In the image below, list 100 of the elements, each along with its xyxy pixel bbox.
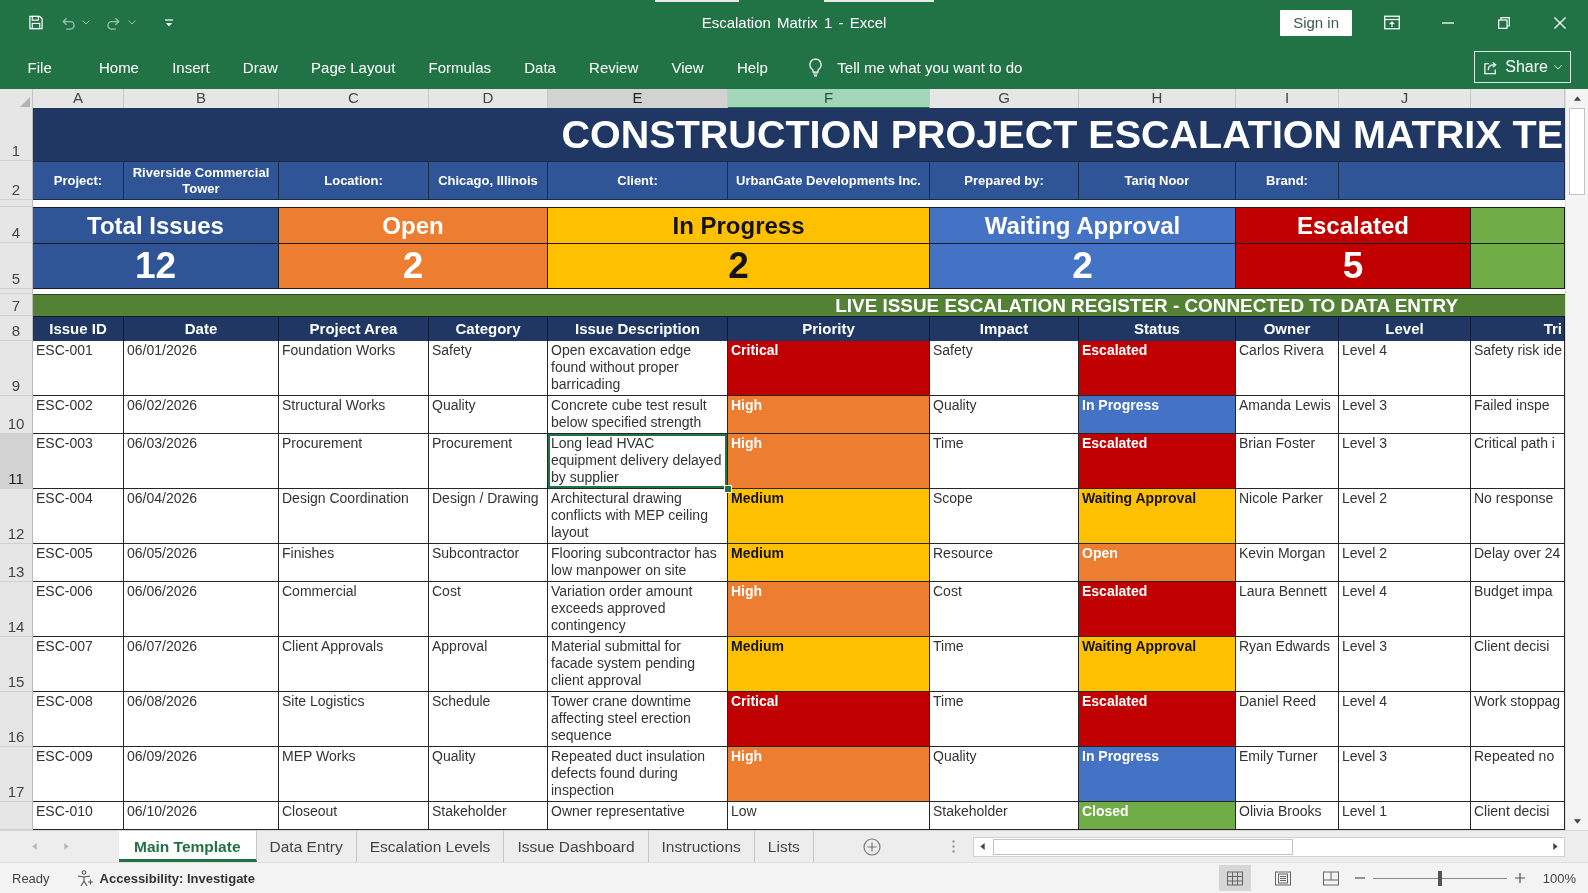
row-header[interactable]: 5 — [0, 243, 33, 289]
table-cell: Nicole Parker — [1236, 489, 1339, 544]
select-all-button[interactable] — [0, 89, 33, 109]
status-cell: In Progress — [1079, 747, 1236, 802]
row-header[interactable]: 2 — [0, 161, 33, 200]
vertical-dots-icon[interactable] — [951, 840, 955, 853]
redo-icon — [106, 15, 122, 30]
ribbon-tab[interactable]: Draw — [226, 52, 295, 82]
column-header[interactable]: H — [1079, 89, 1236, 109]
row-header[interactable]: 4 — [0, 207, 33, 243]
table-cell: Resource — [930, 544, 1079, 582]
ribbon-tab[interactable]: Help — [720, 52, 785, 82]
table-cell: Schedule — [429, 692, 548, 747]
normal-view-button[interactable] — [1218, 865, 1251, 891]
summary-label: Escalated — [1296, 211, 1410, 240]
table-cell: Quality — [930, 747, 1079, 802]
table-cell: Design / Drawing — [429, 489, 548, 544]
ribbon-tab[interactable]: File — [11, 52, 69, 82]
ribbon-tab[interactable]: Data — [507, 52, 573, 82]
table-cell: Procurement — [279, 434, 429, 489]
new-sheet-button[interactable] — [862, 837, 881, 856]
row-header[interactable]: 1 — [0, 108, 33, 161]
zoom-slider-thumb[interactable] — [1437, 870, 1442, 886]
priority-cell: Medium — [728, 637, 930, 692]
column-header[interactable]: G — [930, 89, 1079, 109]
row-header[interactable]: 11 — [0, 434, 33, 489]
sign-in-button[interactable]: Sign in — [1280, 9, 1352, 36]
table-cell: ESC-010 — [33, 802, 124, 830]
column-header[interactable]: D — [429, 89, 548, 109]
table-cell: 06/10/2026 — [124, 802, 279, 830]
row-header[interactable]: 10 — [0, 396, 33, 434]
scrollbar-thumb[interactable] — [992, 838, 1293, 855]
table-cell: Time — [930, 637, 1079, 692]
vertical-scrollbar[interactable] — [1565, 89, 1588, 830]
row-header[interactable]: 7 — [0, 294, 33, 316]
table-cell: Stakeholder — [429, 802, 548, 830]
horizontal-scrollbar[interactable] — [972, 836, 1565, 857]
row-header[interactable]: 14 — [0, 582, 33, 637]
project-info-cell: Brand: — [1236, 161, 1339, 200]
table-cell: Stakeholder — [930, 802, 1079, 830]
ribbon-tab[interactable]: Formulas — [411, 52, 508, 82]
table-cell: Client decisi — [1471, 802, 1565, 830]
column-header[interactable]: C — [279, 89, 429, 109]
project-info-cell: UrbanGate Developments Inc. — [728, 161, 930, 200]
table-cell: 06/05/2026 — [124, 544, 279, 582]
table-cell: Kevin Morgan — [1236, 544, 1339, 582]
column-heading: Tri — [1471, 316, 1565, 341]
ribbon-tab[interactable]: Review — [572, 52, 655, 82]
column-header[interactable]: E — [548, 89, 728, 109]
table-cell: Tower crane downtime affecting steel erection sequence — [548, 692, 728, 747]
zoom-in-icon[interactable] — [1514, 873, 1525, 883]
share-button[interactable]: Share — [1474, 51, 1571, 83]
status-cell: In Progress — [1079, 396, 1236, 434]
table-cell: 06/08/2026 — [124, 692, 279, 747]
project-info-cell: Client: — [548, 161, 728, 200]
row-header[interactable]: 12 — [0, 489, 33, 544]
column-header[interactable] — [1471, 89, 1565, 109]
ribbon-tab[interactable]: Home — [82, 52, 156, 82]
sheet-title: CONSTRUCTION PROJECT ESCALATION MATRIX TE — [561, 112, 1563, 157]
status-cell: Closed — [1079, 802, 1236, 830]
fill-handle[interactable] — [724, 485, 732, 493]
scrollbar-thumb[interactable] — [1569, 108, 1585, 195]
table-cell: Level 1 — [1339, 802, 1471, 830]
column-header[interactable]: F — [728, 89, 930, 109]
table-cell: Level 4 — [1339, 582, 1471, 637]
project-info-cell: Location: — [279, 161, 429, 200]
column-header[interactable]: J — [1339, 89, 1471, 109]
sheet-tab[interactable]: Main Template — [119, 831, 257, 862]
left-triangle-icon — [978, 843, 986, 850]
row-header[interactable]: 15 — [0, 637, 33, 692]
table-cell: Architectural drawing conflicts with MEP ceiling layout — [548, 489, 728, 544]
zoom-level-text[interactable]: 100% — [1542, 870, 1576, 886]
row-header[interactable]: 17 — [0, 747, 33, 802]
row-header[interactable]: 9 — [0, 341, 33, 396]
window-title: Escalation Matrix 1 - Excel — [701, 14, 887, 31]
table-cell: Material submittal for facade system pending client approval — [548, 637, 728, 692]
ribbon-tab[interactable]: View — [654, 52, 721, 82]
summary-count: 12 — [134, 245, 177, 287]
table-cell: Time — [930, 692, 1079, 747]
column-header[interactable]: B — [124, 89, 279, 109]
table-cell: Client decisi — [1471, 637, 1565, 692]
ribbon-tab[interactable]: Page Layout — [294, 52, 412, 82]
table-cell: Site Logistics — [279, 692, 429, 747]
column-header[interactable]: I — [1236, 89, 1339, 109]
page-break-icon — [1322, 870, 1339, 886]
accessibility-button[interactable]: Accessibility: Investigate — [75, 869, 255, 887]
row-header[interactable]: 13 — [0, 544, 33, 582]
table-cell: ESC-008 — [33, 692, 124, 747]
close-icon — [1554, 16, 1566, 29]
ribbon-tab[interactable]: Insert — [155, 52, 227, 82]
table-cell: Carlos Rivera — [1236, 341, 1339, 396]
table-cell: 06/01/2026 — [124, 341, 279, 396]
tell-me-search[interactable]: Tell me what you want to do — [803, 53, 1029, 81]
table-cell: Commercial — [279, 582, 429, 637]
row-header[interactable]: 16 — [0, 692, 33, 747]
column-header[interactable]: A — [33, 89, 124, 109]
table-cell: Daniel Reed — [1236, 692, 1339, 747]
row-header[interactable]: 8 — [0, 316, 33, 341]
table-cell: Laura Bennett — [1236, 582, 1339, 637]
summary-label: Total Issues — [87, 211, 224, 240]
